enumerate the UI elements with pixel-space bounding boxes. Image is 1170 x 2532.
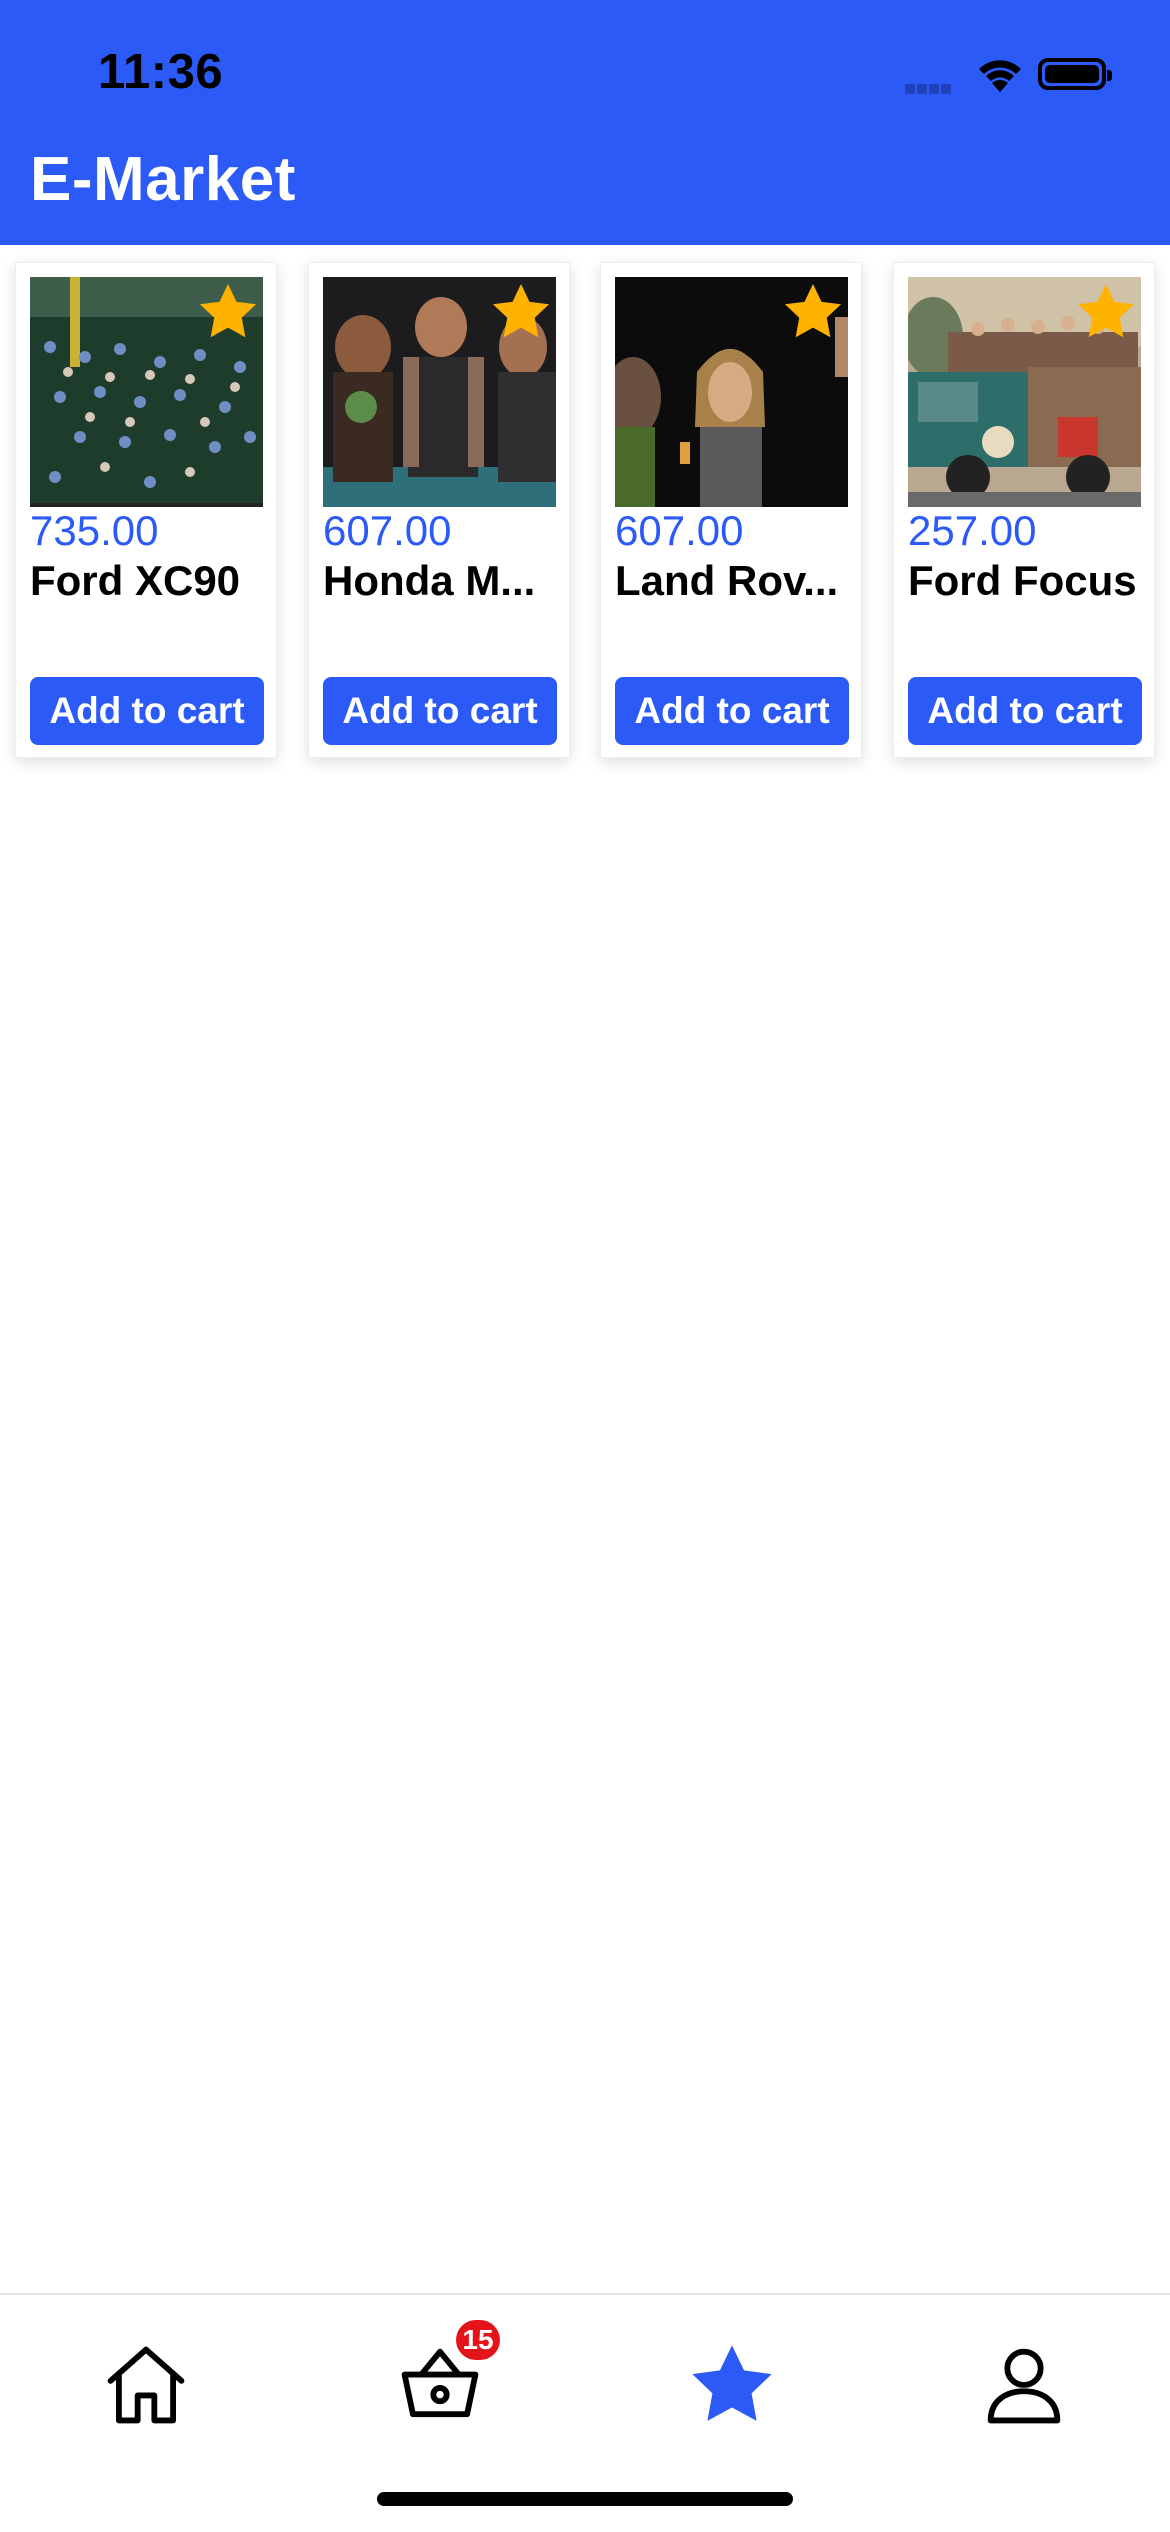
favorite-star-icon[interactable] bbox=[1073, 279, 1139, 345]
favorite-star-icon[interactable] bbox=[195, 279, 261, 345]
product-name: Ford XC90 bbox=[30, 557, 241, 604]
product-card[interactable]: 257.00 Ford Focus Add to cart bbox=[893, 262, 1155, 758]
product-name: Honda M... bbox=[323, 557, 536, 604]
app-header: 11:36 E-Market bbox=[0, 0, 1170, 245]
home-indicator bbox=[377, 2492, 793, 2506]
tab-home[interactable] bbox=[96, 2335, 196, 2435]
product-image[interactable] bbox=[30, 277, 263, 507]
add-to-cart-button[interactable]: Add to cart bbox=[30, 677, 264, 745]
status-time: 11:36 bbox=[98, 45, 224, 99]
add-to-cart-button[interactable]: Add to cart bbox=[323, 677, 557, 745]
cart-count-badge: 15 bbox=[456, 2320, 500, 2360]
product-price: 735.00 bbox=[30, 507, 159, 554]
cellular-signal-icon bbox=[905, 81, 953, 99]
add-to-cart-button[interactable]: Add to cart bbox=[908, 677, 1142, 745]
product-price: 607.00 bbox=[615, 507, 744, 554]
add-to-cart-button[interactable]: Add to cart bbox=[615, 677, 849, 745]
product-image[interactable] bbox=[908, 277, 1141, 507]
product-card[interactable]: 735.00 Ford XC90 Add to cart bbox=[15, 262, 277, 758]
product-image[interactable] bbox=[615, 277, 848, 507]
product-card[interactable]: 607.00 Land Rov... Add to cart bbox=[600, 262, 862, 758]
product-price: 607.00 bbox=[323, 507, 452, 554]
product-image[interactable] bbox=[323, 277, 556, 507]
product-card[interactable]: 607.00 Honda M... Add to cart bbox=[308, 262, 570, 758]
wifi-icon bbox=[979, 60, 1021, 92]
product-price: 257.00 bbox=[908, 507, 1037, 554]
favorite-star-icon[interactable] bbox=[488, 279, 554, 345]
product-name: Ford Focus bbox=[908, 557, 1137, 604]
tab-profile[interactable] bbox=[974, 2335, 1074, 2435]
product-name: Land Rov... bbox=[615, 557, 839, 604]
favorite-star-icon[interactable] bbox=[780, 279, 846, 345]
page-title: E-Market bbox=[30, 145, 296, 214]
tab-favorites[interactable] bbox=[682, 2335, 782, 2435]
battery-icon bbox=[1038, 58, 1112, 90]
